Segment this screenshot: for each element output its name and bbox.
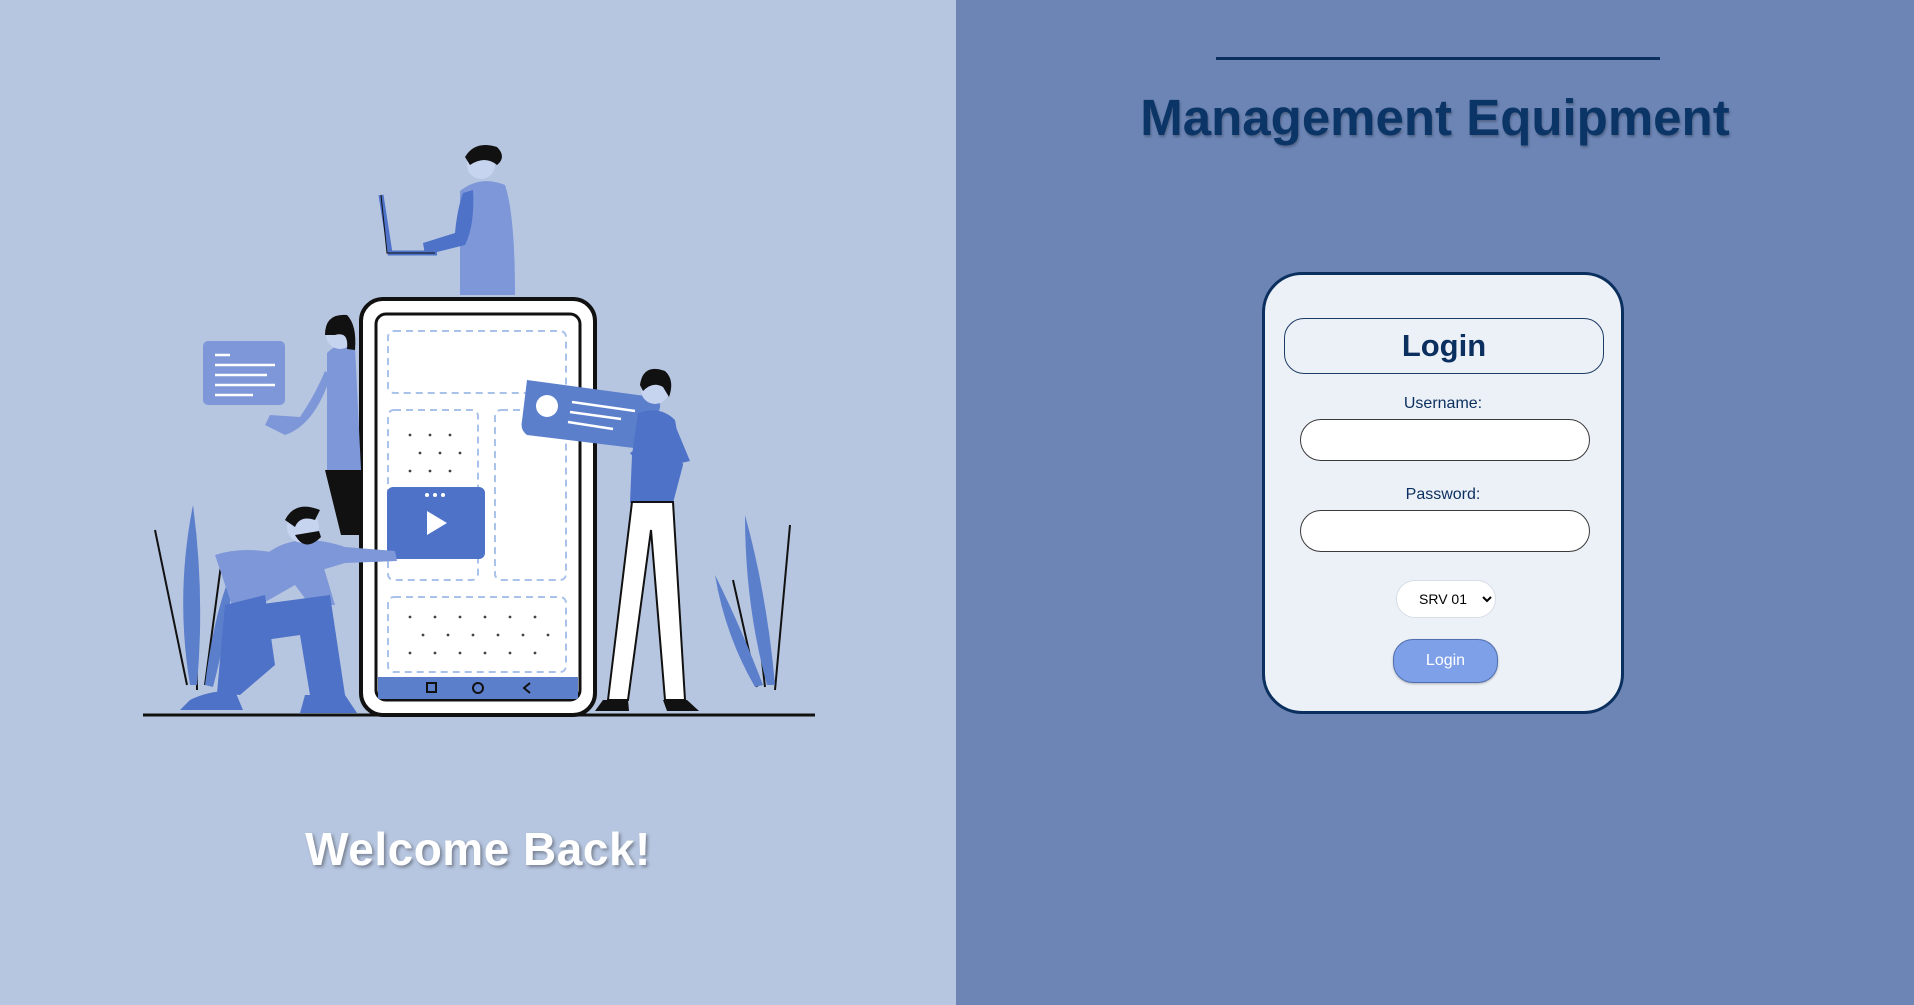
title-divider bbox=[1216, 57, 1660, 60]
server-select[interactable]: SRV 01 bbox=[1396, 580, 1496, 618]
password-input[interactable] bbox=[1300, 510, 1590, 552]
login-panel: Management Equipment Login Username: Pas… bbox=[956, 0, 1914, 1005]
username-label: Username: bbox=[1403, 395, 1483, 412]
app-title: Management Equipment bbox=[1140, 89, 1730, 146]
login-card: Login Username: Password: SRV 01 Login bbox=[1262, 272, 1624, 714]
team-phone-illustration bbox=[143, 144, 815, 717]
login-button[interactable]: Login bbox=[1393, 639, 1498, 683]
username-input[interactable] bbox=[1300, 419, 1590, 461]
password-label: Password: bbox=[1405, 486, 1481, 503]
welcome-panel: Welcome Back! bbox=[0, 0, 956, 1005]
login-form-title: Login bbox=[1284, 318, 1604, 374]
welcome-heading: Welcome Back! bbox=[305, 823, 651, 875]
